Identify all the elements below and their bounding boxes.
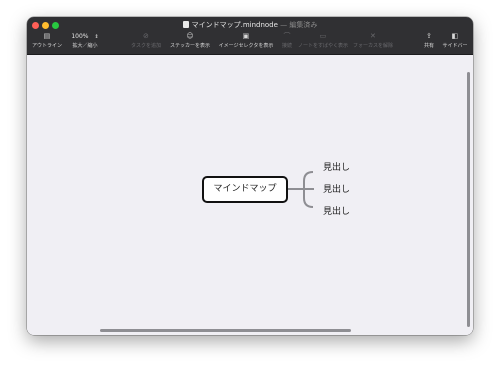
share-button[interactable]: ⇪ 共有 [424, 32, 434, 49]
smiley-icon: ☺ [186, 32, 194, 40]
sidebar-left-icon: ▤ [43, 32, 51, 40]
horizontal-scrollbar[interactable] [100, 329, 351, 332]
window-title: マインドマップ.mindnode — 編集済み [27, 20, 473, 30]
note-icon: ▭ [319, 32, 327, 40]
scissors-icon: ✕ [370, 32, 376, 40]
outline-button[interactable]: ▤ アウトライン [32, 32, 62, 49]
zoom-stepper-icon[interactable]: ⇕ [94, 34, 98, 40]
stickers-button[interactable]: ☺ ステッカーを表示 [170, 32, 210, 49]
toolbar: マインドマップ.mindnode — 編集済み ▤ アウトライン 100% ⇕ 拡… [27, 17, 473, 55]
document-icon [182, 21, 189, 28]
link-button[interactable]: ⌒ 接続 [282, 32, 292, 49]
quick-note-button[interactable]: ▭ ノートをすばやく表示 [298, 32, 348, 49]
photo-icon: ▣ [242, 32, 250, 40]
checkmark-circle-icon: ⊘ [143, 32, 149, 40]
zoom-value[interactable]: 100% [71, 33, 88, 40]
remove-focus-button[interactable]: ✕ フォーカスを解除 [353, 32, 393, 49]
vertical-scrollbar[interactable] [467, 72, 470, 327]
image-selector-button[interactable]: ▣ イメージセレクタを表示 [219, 32, 274, 49]
sidebar-button[interactable]: ◧ サイドバー [442, 32, 467, 49]
branch-node[interactable]: 見出し [323, 204, 350, 217]
add-task-button[interactable]: ⊘ タスクを追加 [131, 32, 161, 49]
sidebar-right-icon: ◧ [451, 32, 459, 40]
branch-node[interactable]: 見出し [323, 160, 350, 173]
central-topic-node[interactable]: マインドマップ [202, 176, 288, 203]
zoom-control[interactable]: 100% ⇕ 拡大／縮小 [71, 32, 98, 49]
edited-status: — 編集済み [280, 21, 318, 29]
branch-node[interactable]: 見出し [323, 182, 350, 195]
mindmap-canvas[interactable]: マインドマップ 見出し 見出し 見出し [27, 55, 473, 335]
share-icon: ⇪ [426, 32, 432, 40]
document-name: マインドマップ.mindnode [191, 21, 278, 29]
link-icon: ⌒ [283, 32, 291, 40]
app-window: マインドマップ.mindnode — 編集済み ▤ アウトライン 100% ⇕ 拡… [27, 17, 473, 335]
